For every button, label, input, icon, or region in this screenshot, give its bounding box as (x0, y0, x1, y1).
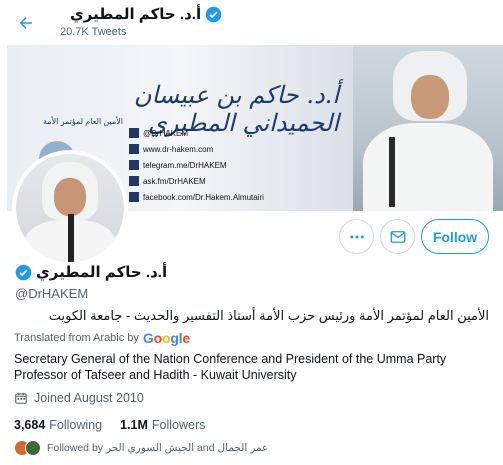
following-link[interactable]: 3,684 Following (14, 418, 102, 432)
followers-link[interactable]: 1.1M Followers (120, 418, 205, 432)
banner-face (411, 75, 449, 119)
banner-microphone (389, 137, 395, 207)
banner-link-row: ask.fm/DrHAKEM (129, 173, 264, 189)
followed-by-avatars (14, 440, 41, 456)
banner-body (363, 123, 493, 211)
more-button[interactable] (339, 219, 374, 254)
message-icon (390, 230, 405, 243)
verified-badge-icon (205, 6, 222, 22)
back-arrow-icon (19, 17, 32, 29)
joined-text: Joined August 2010 (34, 391, 144, 405)
more-icon (349, 235, 364, 238)
banner-link: @DrHAKEM (143, 128, 189, 138)
back-button[interactable] (11, 8, 41, 38)
profile-handle: @DrHAKEM (15, 286, 89, 301)
banner-link-row: telegram.me/DrHAKEM (129, 157, 264, 173)
following-label: Following (49, 418, 103, 432)
profile-header: أ.د. حاكم المطيري 20.7K Tweets (0, 0, 503, 44)
translation-attribution[interactable]: Translated from Arabic by Google (14, 330, 190, 346)
avatar[interactable] (12, 150, 128, 266)
twitter-square-icon (129, 128, 139, 138)
profile-name: أ.د. حاكم المطيري (15, 263, 167, 281)
tweets-count: 20.7K Tweets (60, 26, 127, 38)
bio-arabic: الأمين العام لمؤتمر الأمة ورئيس حزب الأم… (48, 308, 489, 323)
avatar-microphone (68, 214, 74, 262)
header-name-text: أ.د. حاكم المطيري (70, 6, 202, 23)
verified-badge-icon (15, 264, 32, 280)
web-square-icon (129, 144, 139, 154)
telegram-square-icon (129, 160, 139, 170)
google-logo: Google (142, 330, 190, 346)
joined-date: Joined August 2010 (14, 391, 144, 405)
bio-english: Secretary General of the Nation Conferen… (14, 352, 447, 382)
profile-name-text: أ.د. حاكم المطيري (36, 264, 168, 281)
banner-link: facebook.com/Dr.Hakem.Almutairi (143, 192, 264, 202)
follow-stats: 3,684 Following 1.1M Followers (14, 418, 205, 432)
followed-by[interactable]: Followed by الجيش السوري الحر and عمر ال… (14, 440, 268, 456)
calendar-icon (15, 392, 27, 404)
banner-links: @DrHAKEM www.dr-hakem.com telegram.me/Dr… (129, 125, 264, 205)
banner-link: telegram.me/DrHAKEM (143, 160, 227, 170)
following-count: 3,684 (14, 418, 46, 432)
followed-by-text: Followed by الجيش السوري الحر and عمر ال… (47, 442, 269, 454)
facebook-square-icon (129, 192, 139, 202)
translated-label: Translated from Arabic by (14, 332, 139, 344)
message-button[interactable] (380, 219, 415, 254)
banner-link: www.dr-hakem.com (143, 144, 214, 154)
header-title: أ.د. حاكم المطيري (70, 5, 222, 23)
banner-link-row: facebook.com/Dr.Hakem.Almutairi (129, 189, 264, 205)
banner-link: ask.fm/DrHAKEM (143, 176, 206, 186)
avatar-face (54, 178, 86, 216)
askfm-square-icon (129, 176, 139, 186)
banner-link-row: www.dr-hakem.com (129, 141, 264, 157)
followers-count: 1.1M (120, 418, 148, 432)
followers-label: Followers (151, 418, 206, 432)
banner-subtitle: الأمين العام لمؤتمر الأمة (43, 117, 123, 126)
banner-link-row: @DrHAKEM (129, 125, 264, 141)
follow-button[interactable]: Follow (421, 219, 489, 254)
mini-avatar (25, 440, 41, 456)
